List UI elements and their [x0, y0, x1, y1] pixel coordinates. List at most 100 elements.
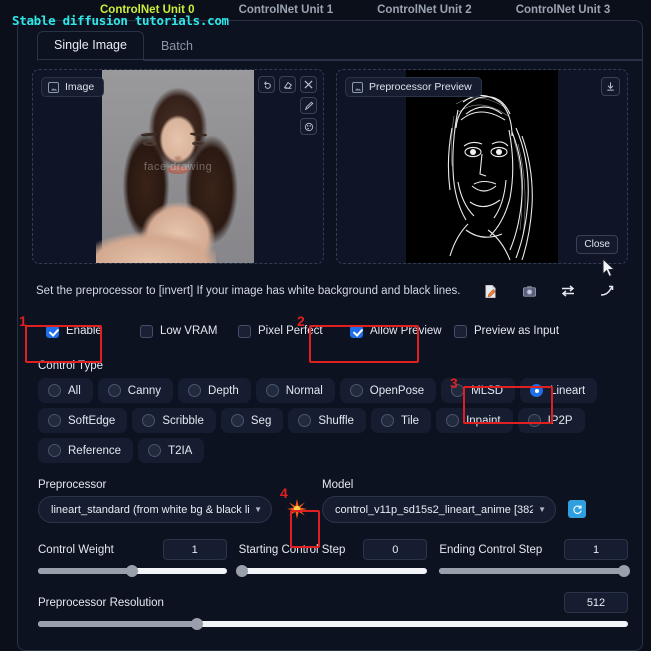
- preprocessor-label: Preprocessor: [38, 479, 107, 491]
- control-type-shuffle[interactable]: Shuffle: [288, 408, 366, 433]
- swap-arrows-icon[interactable]: [559, 282, 577, 300]
- tab-controlnet-unit-1[interactable]: ControlNet Unit 1: [217, 0, 356, 20]
- close-preview-button[interactable]: Close: [576, 235, 618, 254]
- preprocessor-resolution-knob[interactable]: [191, 618, 204, 630]
- control-type-scribble[interactable]: Scribble: [132, 408, 216, 433]
- tab-controlnet-unit-3[interactable]: ControlNet Unit 3: [494, 0, 633, 20]
- control-type-depth-label: Depth: [208, 384, 239, 397]
- send-arrow-icon[interactable]: [598, 282, 616, 300]
- ending-control-step-knob[interactable]: [618, 565, 631, 577]
- preprocessor-preview-dropzone[interactable]: Preprocessor Preview Close: [336, 69, 628, 264]
- control-type-seg[interactable]: Seg: [220, 408, 284, 433]
- control-type-inpaint-label: Inpaint: [466, 414, 501, 427]
- controlnet-unit-panel: Single Image Batch face drawing Image Pr…: [17, 20, 643, 651]
- control-type-lineart[interactable]: Lineart: [520, 378, 598, 403]
- unit-content: face drawing Image Preprocessor Preview …: [18, 61, 642, 630]
- radio-icon: [349, 384, 363, 397]
- run-preprocessor-button[interactable]: [286, 498, 308, 520]
- tab-single-image[interactable]: Single Image: [37, 31, 144, 61]
- control-weight-track[interactable]: [38, 565, 227, 577]
- starting-control-step-value[interactable]: 0: [363, 539, 428, 560]
- ending-control-step-slider-block: Ending Control Step 1: [439, 539, 631, 577]
- chevron-down-icon: ▼: [538, 505, 546, 514]
- preprocessor-resolution-value[interactable]: 512: [564, 592, 628, 613]
- preprocessor-field: Preprocessor lineart_standard (from whit…: [38, 479, 272, 523]
- color-palette-icon[interactable]: [300, 118, 317, 135]
- preprocessor-hint-text: Set the preprocessor to [invert] If your…: [36, 285, 461, 297]
- control-type-label: Control Type: [38, 360, 103, 372]
- preprocessor-select[interactable]: lineart_standard (from white bg & black …: [38, 496, 272, 523]
- control-type-canny[interactable]: Canny: [97, 378, 174, 403]
- starting-control-step-knob[interactable]: [236, 565, 249, 577]
- checkbox-low-vram-box[interactable]: [140, 324, 153, 338]
- control-type-openpose[interactable]: OpenPose: [339, 378, 437, 403]
- edit-document-icon[interactable]: [481, 282, 499, 300]
- starting-control-step-track[interactable]: [236, 565, 428, 577]
- checkbox-allow-preview-label: Allow Preview: [370, 325, 442, 337]
- ending-control-step-track[interactable]: [439, 565, 631, 577]
- download-icon[interactable]: [601, 77, 620, 96]
- preprocessor-resolution-label: Preprocessor Resolution: [38, 596, 164, 609]
- control-type-lineart-label: Lineart: [550, 384, 586, 397]
- checkbox-low-vram[interactable]: Low VRAM: [140, 324, 238, 338]
- checkbox-preview-as-input[interactable]: Preview as Input: [454, 324, 559, 338]
- ending-control-step-value[interactable]: 1: [564, 539, 629, 560]
- control-weight-value[interactable]: 1: [162, 539, 227, 560]
- preprocessor-preview-badge-label: Preprocessor Preview: [369, 81, 472, 93]
- control-type-t2ia[interactable]: T2IA: [138, 438, 205, 463]
- control-type-scribble-label: Scribble: [162, 414, 204, 427]
- tab-batch[interactable]: Batch: [144, 32, 210, 61]
- preprocessor-resolution-block: Preprocessor Resolution 512: [38, 592, 628, 630]
- chevron-down-icon: ▼: [254, 505, 262, 514]
- control-weight-label: Control Weight: [38, 543, 114, 556]
- control-type-seg-label: Seg: [250, 414, 272, 427]
- input-image-badge: Image: [41, 77, 105, 97]
- radio-icon: [188, 384, 202, 397]
- preprocessor-preview-badge: Preprocessor Preview: [345, 77, 482, 97]
- eraser-icon[interactable]: [279, 76, 296, 93]
- checkbox-low-vram-label: Low VRAM: [160, 325, 218, 337]
- checkbox-enable[interactable]: Enable: [38, 324, 140, 338]
- preprocessor-resolution-track[interactable]: [38, 618, 628, 630]
- radio-icon: [530, 384, 544, 397]
- checkbox-allow-preview-box[interactable]: [350, 324, 363, 338]
- tab-controlnet-unit-2[interactable]: ControlNet Unit 2: [355, 0, 494, 20]
- preprocessor-value: lineart_standard (from white bg & black …: [51, 503, 250, 516]
- edit-pen-icon[interactable]: [300, 97, 317, 114]
- model-select[interactable]: control_v11p_sd15s2_lineart_anime [382 ▼: [322, 496, 556, 523]
- control-type-tile[interactable]: Tile: [370, 408, 432, 433]
- control-type-normal[interactable]: Normal: [255, 378, 335, 403]
- control-type-all[interactable]: All: [38, 378, 93, 403]
- checkbox-pixel-perfect[interactable]: Pixel Perfect: [238, 324, 342, 338]
- refresh-models-button[interactable]: [568, 500, 586, 518]
- input-image-badge-label: Image: [65, 81, 95, 93]
- control-type-depth[interactable]: Depth: [178, 378, 251, 403]
- control-type-inpaint[interactable]: Inpaint: [436, 408, 513, 433]
- model-field: Model control_v11p_sd15s2_lineart_anime …: [322, 479, 556, 523]
- radio-icon: [48, 384, 61, 397]
- checkbox-pixel-perfect-label: Pixel Perfect: [258, 325, 323, 337]
- control-type-mlsd-label: MLSD: [471, 384, 504, 397]
- tab-controlnet-unit-0[interactable]: ControlNet Unit 0: [78, 0, 217, 20]
- radio-icon: [48, 444, 61, 457]
- control-type-reference[interactable]: Reference: [38, 438, 134, 463]
- control-type-normal-label: Normal: [285, 384, 323, 397]
- control-weight-knob[interactable]: [126, 565, 139, 577]
- close-icon[interactable]: [300, 76, 317, 93]
- control-type-ip2p[interactable]: IP2P: [517, 408, 585, 433]
- input-image-dropzone[interactable]: face drawing Image: [32, 69, 324, 264]
- radio-icon: [230, 414, 244, 427]
- preprocessor-hint-row: Set the preprocessor to [invert] If your…: [36, 278, 624, 304]
- image-row: face drawing Image Preprocessor Preview …: [32, 69, 628, 264]
- control-type-softedge[interactable]: SoftEdge: [38, 408, 128, 433]
- checkbox-allow-preview[interactable]: Allow Preview: [342, 324, 454, 338]
- control-type-mlsd[interactable]: MLSD: [441, 378, 516, 403]
- radio-icon: [142, 414, 156, 427]
- camera-icon[interactable]: [520, 282, 538, 300]
- undo-icon[interactable]: [258, 76, 275, 93]
- checkbox-pixel-perfect-box[interactable]: [238, 324, 251, 338]
- checkbox-enable-box[interactable]: [46, 324, 59, 338]
- control-type-softedge-label: SoftEdge: [68, 414, 116, 427]
- checkbox-preview-as-input-box[interactable]: [454, 324, 467, 338]
- lineart-render: [406, 70, 558, 263]
